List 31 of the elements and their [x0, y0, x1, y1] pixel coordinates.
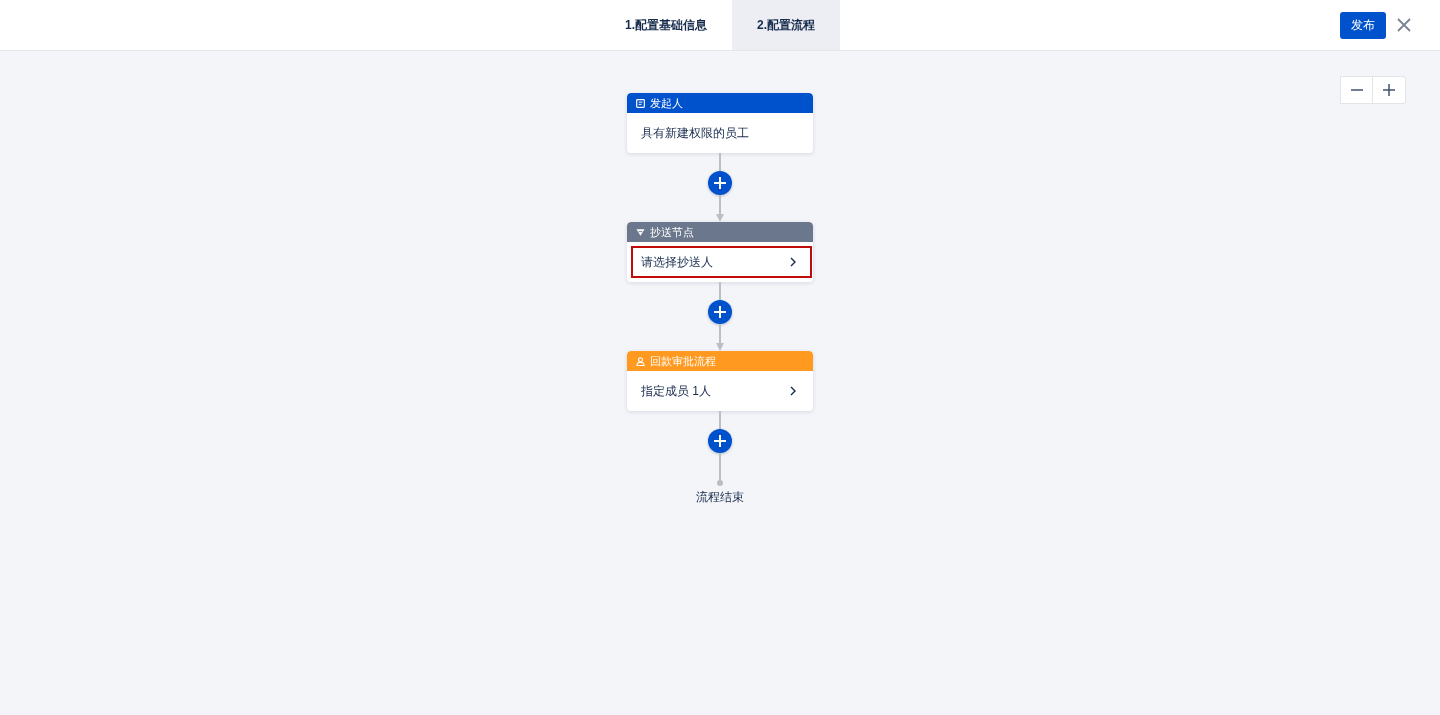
close-button[interactable]: [1396, 17, 1412, 33]
plus-icon: [714, 177, 726, 189]
close-icon: [1396, 17, 1412, 33]
step-tab[interactable]: 2.配置流程: [732, 0, 840, 50]
add-node-button[interactable]: [708, 171, 732, 195]
connector-line: [719, 453, 721, 481]
add-node-button[interactable]: [708, 300, 732, 324]
connector-arrow: [715, 195, 725, 222]
connector-line: [719, 153, 721, 171]
person-icon: [636, 356, 645, 366]
end-dot-icon: [717, 480, 723, 486]
node-title: 回款审批流程: [650, 354, 716, 368]
document-icon: [636, 98, 645, 108]
connector-line: [719, 282, 721, 300]
node-setting[interactable]: 请选择抄送人: [631, 246, 812, 278]
node-title: 抄送节点: [650, 225, 694, 239]
zoom-out-button[interactable]: [1340, 76, 1373, 104]
connector-line: [719, 411, 721, 429]
flow-end-label: 流程结束: [696, 489, 744, 505]
connector-arrow: [715, 324, 725, 351]
step-tab[interactable]: 1.配置基础信息: [600, 0, 732, 50]
plus-icon: [714, 306, 726, 318]
chevron-right-icon: [790, 386, 796, 396]
node-title: 发起人: [650, 96, 683, 110]
funnel-icon: [636, 227, 645, 237]
zoom-in-button[interactable]: [1373, 76, 1406, 104]
chevron-right-icon: [790, 257, 796, 267]
plus-icon: [1383, 84, 1395, 96]
plus-icon: [714, 435, 726, 447]
publish-button[interactable]: 发布: [1340, 12, 1386, 39]
add-node-button[interactable]: [708, 429, 732, 453]
